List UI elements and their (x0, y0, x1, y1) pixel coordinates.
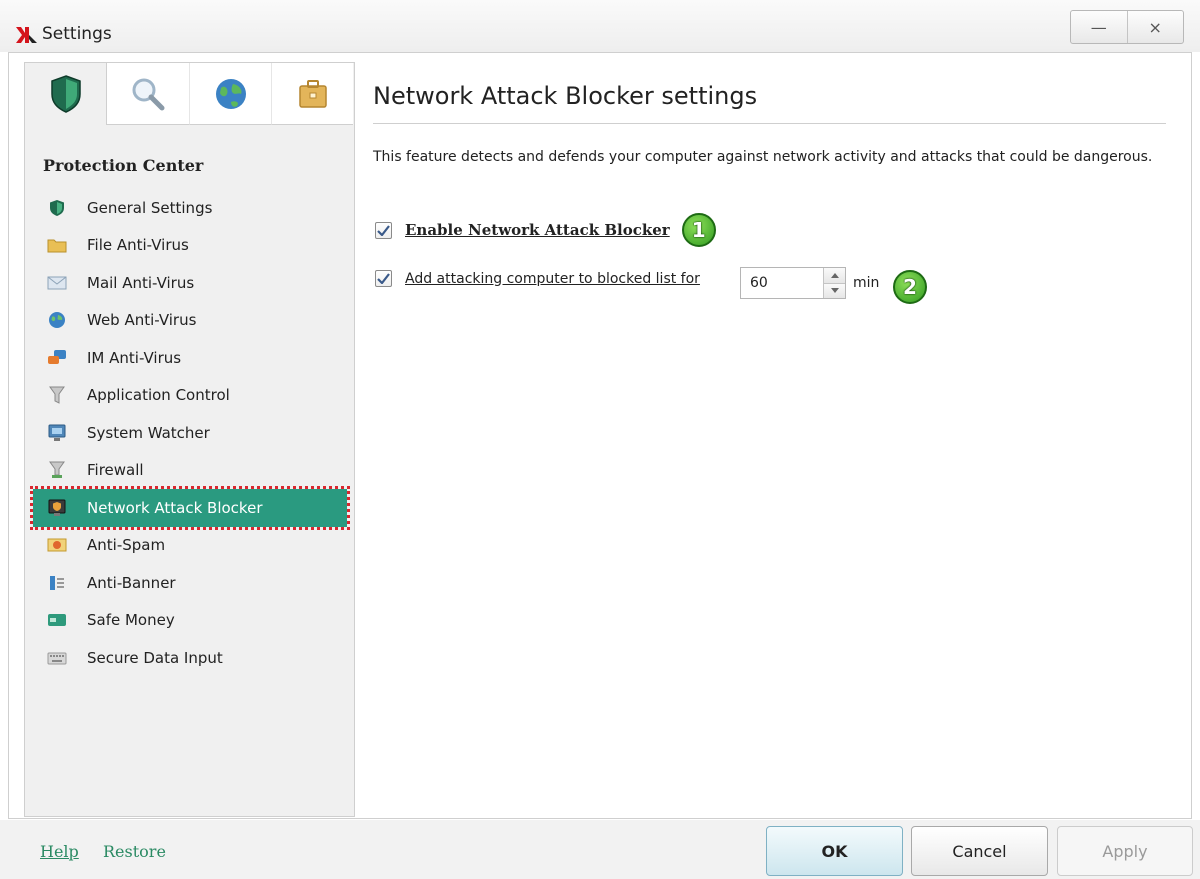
block-attacker-label[interactable]: Add attacking computer to blocked list f… (405, 271, 700, 287)
duration-unit: min (853, 275, 880, 291)
block-duration-stepper[interactable]: 60 (740, 267, 846, 299)
sidebar-item-label: File Anti-Virus (87, 236, 189, 255)
kaspersky-logo-icon (16, 27, 37, 43)
feature-description: This feature detects and defends your co… (373, 149, 1153, 165)
enable-nab-checkbox[interactable] (375, 221, 392, 239)
tab-tools[interactable] (271, 63, 353, 125)
sidebar-item-general-settings[interactable]: General Settings (25, 189, 356, 227)
sidebar-item-label: Firewall (87, 461, 144, 480)
globe-icon (47, 310, 67, 330)
shield-icon (47, 198, 67, 218)
checkmark-icon (377, 224, 390, 236)
funnel-icon (47, 385, 67, 405)
sidebar-item-firewall[interactable]: Firewall (25, 452, 356, 490)
sidebar-item-anti-spam[interactable]: Anti-Spam (25, 527, 356, 565)
block-duration-row: Add attacking computer to blocked list f… (375, 270, 700, 287)
sidebar-item-network-attack-blocker[interactable]: Network Attack Blocker (30, 486, 350, 530)
sidebar-item-label: Anti-Spam (87, 536, 166, 555)
title-divider (373, 123, 1166, 124)
sidebar-item-label: Web Anti-Virus (87, 311, 197, 330)
sidebar-item-label: Network Attack Blocker (87, 498, 263, 517)
cancel-button[interactable]: Cancel (911, 826, 1048, 876)
window-controls: — × (1070, 10, 1184, 44)
sidebar-item-web-anti-virus[interactable]: Web Anti-Virus (25, 302, 356, 340)
checkmark-icon (377, 273, 390, 284)
folder-icon (47, 235, 67, 255)
title-bar: Settings — × (0, 0, 1200, 52)
restore-link[interactable]: Restore (103, 842, 166, 861)
stepper-up-button[interactable] (824, 268, 845, 283)
step-badge-1: 1 (681, 213, 716, 247)
sidebar-item-label: IM Anti-Virus (87, 348, 182, 367)
minimize-button[interactable]: — (1071, 11, 1127, 43)
monitor-icon (47, 423, 67, 443)
window-title: Settings (42, 24, 112, 44)
card-icon (47, 610, 67, 630)
globe-icon (215, 78, 246, 109)
chat-icon (47, 348, 67, 368)
shield-icon (50, 75, 81, 113)
sidebar-item-label: Secure Data Input (87, 648, 223, 667)
chevron-down-icon (830, 288, 839, 294)
page-title: Network Attack Blocker settings (373, 82, 758, 110)
close-button[interactable]: × (1126, 11, 1184, 43)
stepper-buttons (823, 268, 845, 298)
tab-protection[interactable] (25, 63, 107, 125)
briefcase-icon (298, 79, 327, 108)
left-pane: Protection Center General Settings File … (24, 62, 355, 817)
magnifier-icon (132, 78, 165, 110)
tab-strip (25, 63, 356, 125)
block-duration-value[interactable]: 60 (741, 268, 823, 298)
step-badge-2: 2 (893, 270, 927, 304)
sidebar-item-im-anti-virus[interactable]: IM Anti-Virus (25, 339, 356, 377)
tab-update[interactable] (189, 63, 271, 125)
sidebar-item-mail-anti-virus[interactable]: Mail Anti-Virus (25, 264, 356, 302)
ok-button[interactable]: OK (766, 826, 903, 876)
spam-icon (47, 535, 67, 555)
enable-nab-row: Enable Network Attack Blocker 1 (375, 213, 716, 247)
sidebar-nav: General Settings File Anti-Virus Mail An… (25, 189, 356, 677)
sidebar-item-application-control[interactable]: Application Control (25, 377, 356, 415)
banner-icon (47, 573, 67, 593)
keyboard-icon (47, 648, 67, 668)
sidebar-item-system-watcher[interactable]: System Watcher (25, 414, 356, 452)
sidebar-item-label: Safe Money (87, 611, 175, 630)
section-title: Protection Center (43, 156, 204, 175)
sidebar-item-label: Mail Anti-Virus (87, 273, 195, 292)
network-shield-icon (47, 498, 67, 518)
envelope-icon (47, 273, 67, 293)
sidebar-item-anti-banner[interactable]: Anti-Banner (25, 564, 356, 602)
sidebar-item-safe-money[interactable]: Safe Money (25, 602, 356, 640)
enable-nab-label[interactable]: Enable Network Attack Blocker (405, 221, 670, 239)
help-link[interactable]: Help (40, 842, 79, 861)
block-attacker-checkbox[interactable] (375, 270, 392, 287)
tab-scan[interactable] (107, 63, 189, 125)
chevron-up-icon (830, 272, 839, 278)
sidebar-item-label: System Watcher (87, 423, 210, 442)
sidebar-item-file-anti-virus[interactable]: File Anti-Virus (25, 227, 356, 265)
firewall-icon (47, 460, 67, 480)
sidebar-item-label: General Settings (87, 198, 213, 217)
sidebar-item-label: Anti-Banner (87, 573, 176, 592)
stepper-down-button[interactable] (824, 282, 845, 298)
sidebar-item-label: Application Control (87, 386, 230, 405)
apply-button[interactable]: Apply (1057, 826, 1193, 876)
sidebar-item-secure-data-input[interactable]: Secure Data Input (25, 639, 356, 677)
